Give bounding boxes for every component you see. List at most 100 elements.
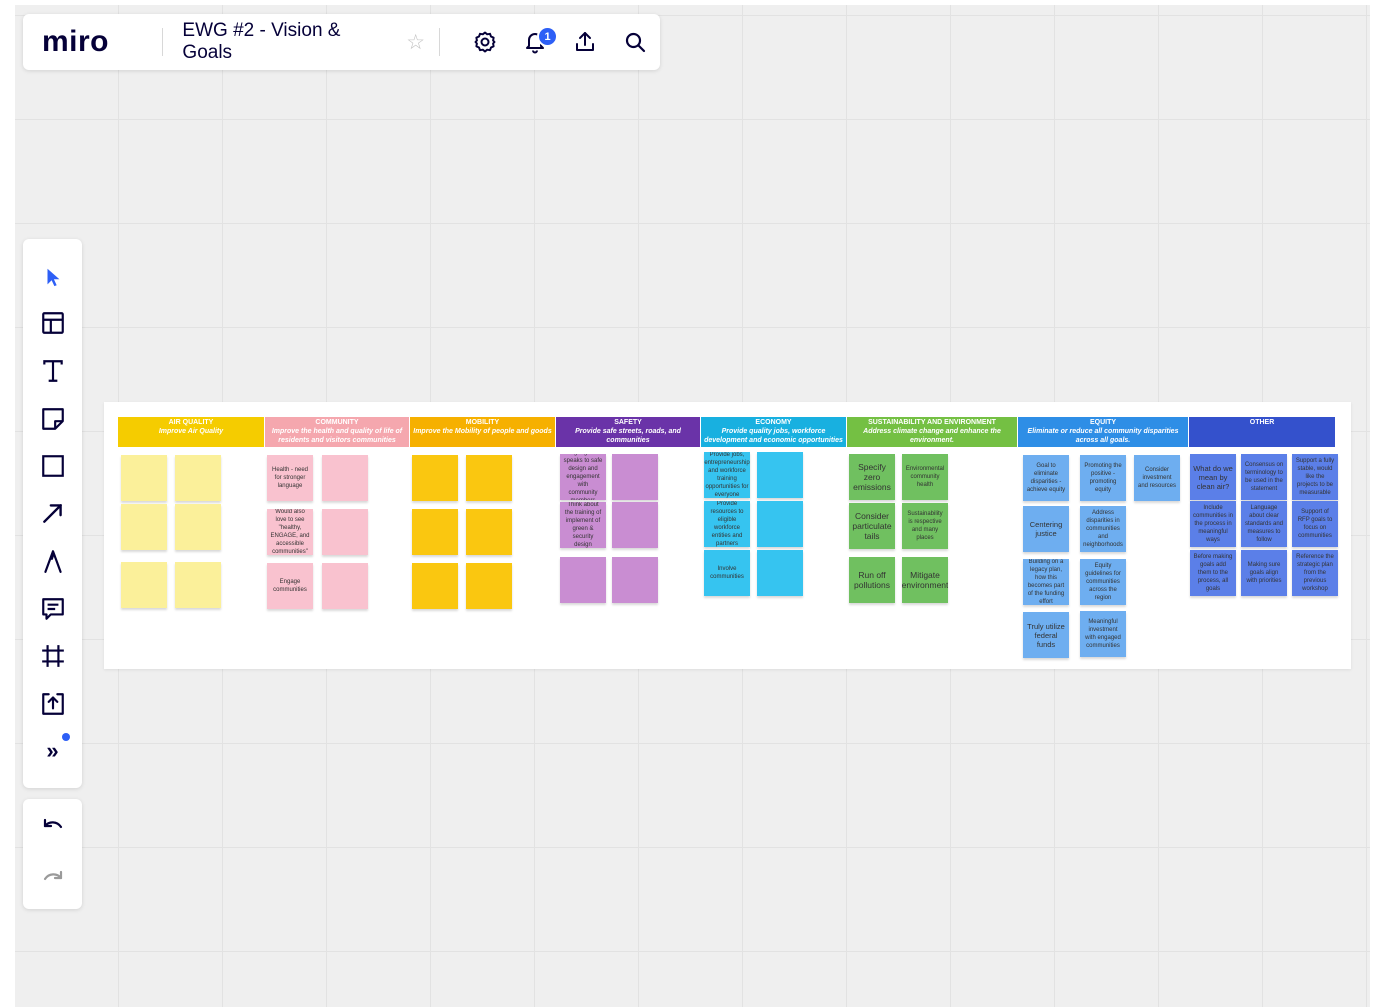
sticky-note[interactable] <box>121 455 167 501</box>
settings-icon[interactable] <box>460 22 510 62</box>
column-header-mobility[interactable]: MOBILITY Improve the Mobility of people a… <box>410 417 555 447</box>
column-header-sustainability-and-environment[interactable]: SUSTAINABILITY AND ENVIRONMENT Address cl… <box>847 417 1017 447</box>
sticky-note[interactable]: Specify zero emissions <box>849 454 895 500</box>
sticky-note[interactable] <box>175 504 221 550</box>
comment-icon[interactable] <box>23 589 82 629</box>
sticky-note[interactable]: Environmental community health <box>902 454 948 500</box>
column-header-air-quality[interactable]: AIR QUALITY Improve Air Quality <box>118 417 264 447</box>
text-icon[interactable] <box>23 351 82 391</box>
column-title: MOBILITY <box>465 419 500 426</box>
column-subtitle: Provide quality jobs, workforce developm… <box>704 428 843 444</box>
sticky-note[interactable]: Language that speaks to safe design and … <box>560 454 606 500</box>
column-title: SAFETY <box>614 419 642 426</box>
sticky-note[interactable] <box>121 562 167 608</box>
search-icon[interactable] <box>610 22 660 62</box>
upload-icon[interactable] <box>560 22 610 62</box>
sticky-note[interactable] <box>322 563 368 609</box>
sticky-note[interactable]: Consensus on terminology to be used in t… <box>1241 454 1287 500</box>
shape-icon[interactable] <box>23 446 82 486</box>
vision-goals-frame[interactable]: AIR QUALITY Improve Air Quality COMMUNITY I… <box>104 402 1351 669</box>
column-header-other[interactable]: OTHER <box>1189 417 1335 447</box>
sticky-note[interactable] <box>121 504 167 550</box>
sticky-note[interactable]: Support a fully stable, would like the p… <box>1292 454 1338 500</box>
column-title: OTHER <box>1249 419 1275 426</box>
sticky-note[interactable] <box>466 509 512 555</box>
cursor-icon[interactable] <box>23 257 82 297</box>
sticky-note[interactable]: Mitigate environment <box>902 557 948 603</box>
sticky-note[interactable]: Reference the strategic plan from the pr… <box>1292 550 1338 596</box>
sticky-note[interactable] <box>412 455 458 501</box>
left-toolbar: » <box>23 239 82 788</box>
column-header-safety[interactable]: SAFETY Provide safe streets, roads, and c… <box>556 417 700 447</box>
sticky-note[interactable]: Address disparities in communities and n… <box>1080 506 1126 552</box>
sticky-note[interactable]: Goal to eliminate disparities - achieve … <box>1023 455 1069 501</box>
bell-icon[interactable]: 1 <box>510 22 560 62</box>
sticky-note[interactable] <box>466 563 512 609</box>
column-header-community[interactable]: COMMUNITY Improve the health and quality … <box>265 417 409 447</box>
upload-tool-icon[interactable] <box>23 684 82 724</box>
sticky-note[interactable]: Engage communities <box>267 563 313 609</box>
miro-logo[interactable]: miro <box>42 25 144 59</box>
sticky-note[interactable]: Building on a legacy plan, how this beco… <box>1023 559 1069 605</box>
sticky-note[interactable]: Sustainability is respective and many pl… <box>902 503 948 549</box>
more-tools-icon: » <box>46 738 59 763</box>
column-title: SUSTAINABILITY AND ENVIRONMENT <box>868 419 996 426</box>
star-icon[interactable]: ☆ <box>406 30 425 55</box>
column-header-equity[interactable]: EQUITY Eliminate or reduce all community … <box>1018 417 1188 447</box>
sticky-note[interactable] <box>466 455 512 501</box>
templates-icon[interactable] <box>23 303 82 343</box>
sticky-note[interactable] <box>612 502 658 548</box>
column-title: EQUITY <box>1089 419 1117 426</box>
sticky-note[interactable]: Language about clear standards and measu… <box>1241 501 1287 547</box>
sticky-note[interactable] <box>757 550 803 596</box>
column-header-economy[interactable]: ECONOMY Provide quality jobs, workforce d… <box>701 417 846 447</box>
board-title[interactable]: EWG #2 - Vision & Goals <box>182 20 392 64</box>
sticky-note[interactable]: Run off pollutions <box>849 557 895 603</box>
sticky-note[interactable] <box>412 563 458 609</box>
sticky-note[interactable] <box>322 509 368 555</box>
sticky-note[interactable]: Think about the training of implement of… <box>560 502 606 548</box>
sticky-note[interactable]: Would also love to see "healthy, ENGAGE,… <box>267 509 313 555</box>
divider <box>439 28 440 56</box>
sticky-note[interactable]: Consider investment and resources <box>1134 455 1180 501</box>
sticky-note[interactable]: What do we mean by clean air? <box>1190 454 1236 500</box>
sticky-note[interactable]: Equity guidelines for communities across… <box>1080 559 1126 605</box>
sticky-note[interactable]: Include communities in the process in me… <box>1190 501 1236 547</box>
sticky-note[interactable] <box>612 557 658 603</box>
undo-icon[interactable] <box>23 807 82 847</box>
top-bar: miro EWG #2 - Vision & Goals ☆ 1 <box>23 14 660 70</box>
frame-icon[interactable] <box>23 636 82 676</box>
sticky-note[interactable]: Making sure goals align with priorities <box>1241 550 1287 596</box>
sticky-note[interactable]: Provide resources to eligible workforce … <box>704 501 750 547</box>
sticky-note[interactable] <box>175 455 221 501</box>
column-title: AIR QUALITY <box>168 419 214 426</box>
sticky-note[interactable]: Provide jobs, entrepreneurship and workf… <box>704 452 750 498</box>
more-tools-button[interactable]: » <box>23 731 82 771</box>
sticky-note[interactable] <box>757 501 803 547</box>
sticky-note[interactable]: Centering justice <box>1023 506 1069 552</box>
sticky-note[interactable]: Health - need for stronger language <box>267 455 313 501</box>
sticky-note[interactable] <box>757 452 803 498</box>
sticky-note[interactable] <box>175 562 221 608</box>
column-title: COMMUNITY <box>315 419 359 426</box>
sticky-note[interactable]: Support of RFP goals to focus on communi… <box>1292 501 1338 547</box>
sticky-note[interactable]: Before making goals add them to the proc… <box>1190 550 1236 596</box>
sticky-note[interactable] <box>560 557 606 603</box>
sticky-note[interactable]: Consider particulate tails <box>849 503 895 549</box>
sticky-note-icon[interactable] <box>23 399 82 439</box>
sticky-note[interactable]: Promoting the positive - promoting equit… <box>1080 455 1126 501</box>
sticky-note[interactable]: Meaningful investment with engaged commu… <box>1080 611 1126 657</box>
undo-redo-bar <box>23 799 82 909</box>
sticky-note[interactable] <box>322 455 368 501</box>
sticky-note[interactable]: Truly utilize federal funds <box>1023 612 1069 658</box>
sticky-note[interactable]: Involve communities <box>704 550 750 596</box>
sticky-note[interactable] <box>612 454 658 500</box>
column-subtitle: Address climate change and enhance the e… <box>863 428 1001 444</box>
arrow-icon[interactable] <box>23 493 82 533</box>
sticky-note[interactable] <box>412 509 458 555</box>
divider <box>162 28 164 56</box>
pen-icon[interactable] <box>23 541 82 581</box>
column-subtitle: Improve Air Quality <box>158 428 224 435</box>
column-title: ECONOMY <box>755 419 792 426</box>
redo-icon[interactable] <box>23 859 82 899</box>
